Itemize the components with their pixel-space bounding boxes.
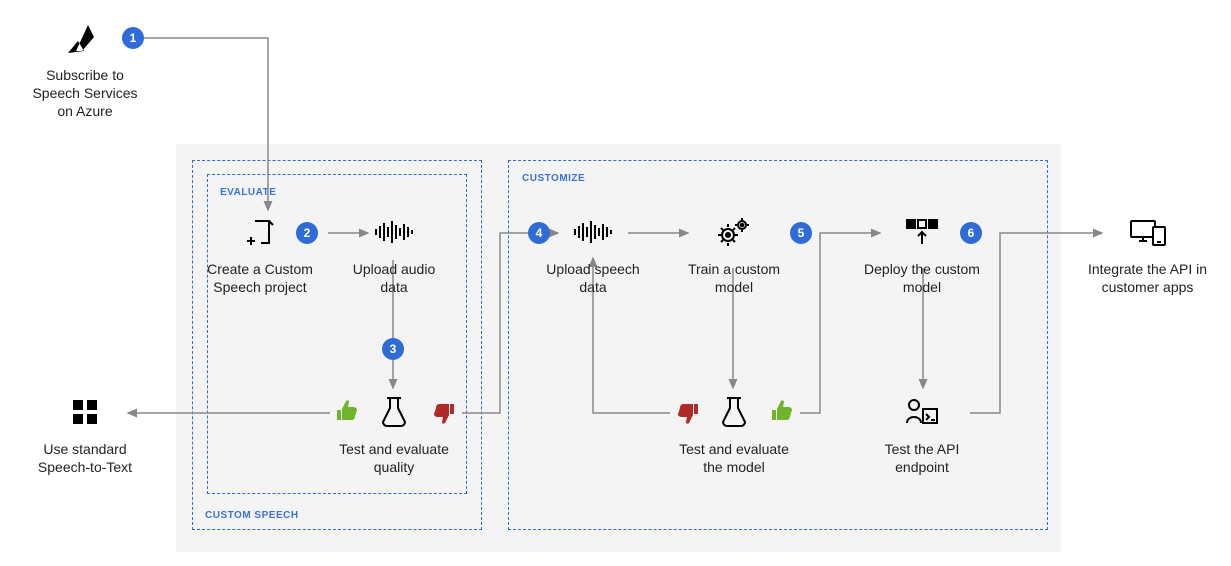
step-deploy-model-label: Deploy the custom model [862, 260, 982, 296]
thumb-down-red-icon [432, 402, 456, 430]
gears-icon [674, 212, 794, 252]
badge-4: 4 [528, 222, 550, 244]
badge-6: 6 [960, 222, 982, 244]
step-upload-audio-label: Upload audio data [342, 260, 446, 296]
thumb-up-green-icon [770, 400, 794, 428]
step-integrate-label: Integrate the API in customer apps [1085, 260, 1210, 296]
badge-3: 3 [382, 338, 404, 360]
audio-waveform-icon [538, 212, 648, 252]
step-test-endpoint: Test the API endpoint [862, 392, 982, 476]
user-terminal-icon [862, 392, 982, 432]
step-integrate: Integrate the API in customer apps [1085, 212, 1210, 296]
step-test-quality-label: Test and evaluate quality [334, 440, 454, 476]
badge-1: 1 [122, 27, 144, 49]
step-use-standard-label: Use standard Speech-to-Text [25, 440, 145, 476]
badge-5: 5 [790, 222, 812, 244]
custom-speech-box-label: CUSTOM SPEECH [205, 510, 299, 521]
step-create-project-label: Create a Custom Speech project [200, 260, 320, 296]
evaluate-box-label: EVALUATE [220, 187, 276, 198]
audio-waveform-icon [342, 212, 446, 252]
step-test-model-label: Test and evaluate the model [674, 440, 794, 476]
step-upload-speech-label: Upload speech data [538, 260, 648, 296]
thumb-down-red-icon [676, 402, 700, 430]
customize-box-label: CUSTOMIZE [522, 173, 585, 184]
step-test-endpoint-label: Test the API endpoint [862, 440, 982, 476]
step-upload-speech: Upload speech data [538, 212, 648, 296]
step-train-model: Train a custom model [674, 212, 794, 296]
thumb-up-green-icon [335, 400, 359, 428]
grid-squares-icon [25, 392, 145, 432]
devices-icon [1085, 212, 1210, 252]
badge-2: 2 [296, 222, 318, 244]
step-subscribe-label: Subscribe to Speech Services on Azure [25, 66, 145, 121]
step-use-standard: Use standard Speech-to-Text [25, 392, 145, 476]
step-upload-audio: Upload audio data [342, 212, 446, 296]
step-train-model-label: Train a custom model [674, 260, 794, 296]
